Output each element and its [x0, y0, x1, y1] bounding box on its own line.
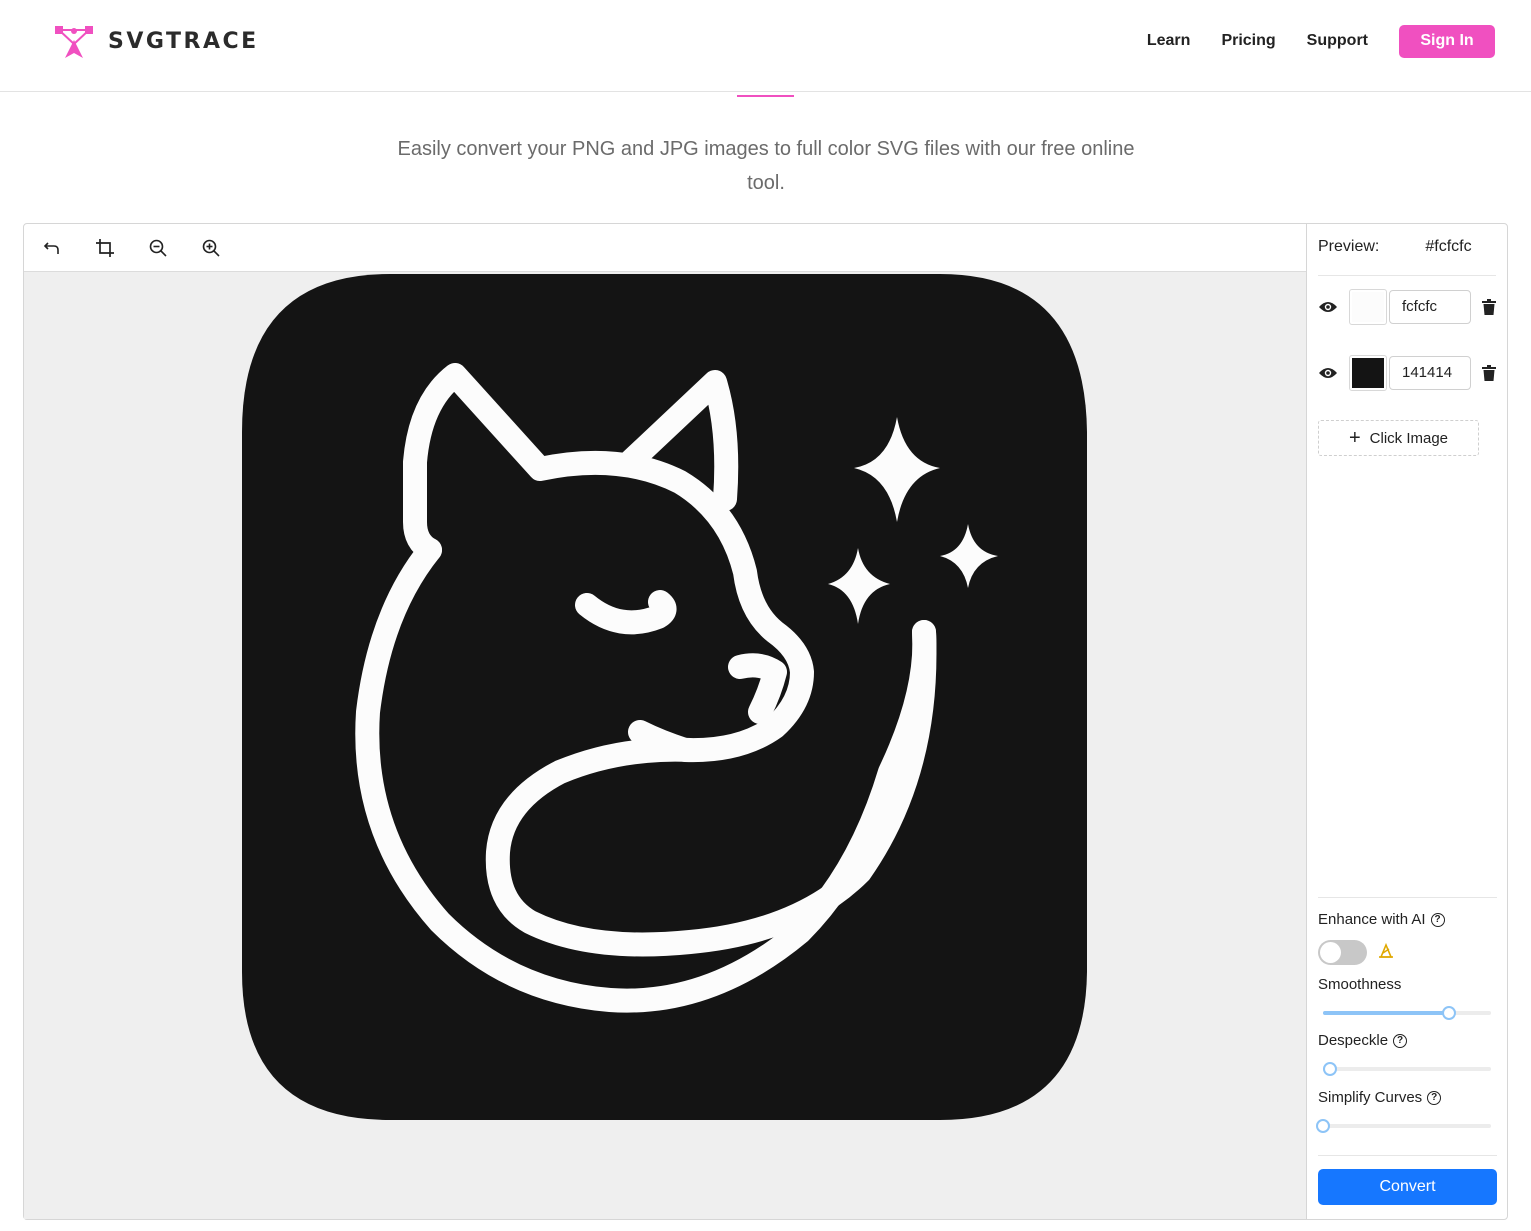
convert-divider: [1318, 1155, 1497, 1156]
despeckle-label: Despeckle: [1318, 1032, 1389, 1049]
cat-app-icon-image[interactable]: [240, 272, 1088, 1122]
trash-icon[interactable]: [1482, 299, 1496, 315]
swatch-fill: [1352, 358, 1384, 388]
trace-settings: Enhance with AI ? Smoothness Despeckle ?…: [1316, 897, 1497, 1133]
sign-in-button[interactable]: Sign In: [1399, 24, 1495, 58]
logo-icon: [55, 26, 93, 58]
image-canvas[interactable]: [24, 272, 1306, 1219]
color-swatch[interactable]: [1349, 355, 1387, 391]
slider-fill: [1323, 1011, 1449, 1015]
enhance-label: Enhance with AI: [1318, 911, 1426, 928]
zoom-out-button[interactable]: [147, 237, 169, 259]
despeckle-label-row: Despeckle ?: [1318, 1032, 1408, 1049]
hex-input[interactable]: fcfcfc: [1389, 290, 1471, 324]
click-image-label: Click Image: [1369, 429, 1449, 447]
undo-icon: [43, 241, 59, 254]
convert-button[interactable]: Convert: [1318, 1169, 1497, 1205]
enhance-ai-toggle[interactable]: [1318, 940, 1367, 965]
color-swatch[interactable]: [1349, 289, 1387, 325]
nav-learn[interactable]: Learn: [1147, 32, 1191, 50]
slider-track: [1323, 1067, 1491, 1071]
settings-sidebar: Preview: #fcfcfc fcfcfc 141414 + Click I…: [1306, 224, 1507, 1219]
smoothness-slider[interactable]: [1323, 1006, 1491, 1020]
help-icon[interactable]: ?: [1430, 912, 1445, 927]
nav-pricing[interactable]: Pricing: [1221, 32, 1275, 50]
plus-icon: +: [1348, 427, 1361, 449]
help-icon[interactable]: ?: [1427, 1090, 1442, 1105]
site-header: SVGTRACE Learn Pricing Support Sign In: [0, 0, 1531, 92]
simplify-label: Simplify Curves: [1318, 1089, 1423, 1106]
brand-logo[interactable]: SVGTRACE: [52, 22, 259, 60]
brand-name: SVGTRACE: [108, 28, 259, 54]
trash-icon[interactable]: [1482, 365, 1496, 381]
eye-icon[interactable]: [1318, 300, 1338, 314]
simplify-label-row: Simplify Curves ?: [1318, 1089, 1442, 1106]
preview-row: Preview: #fcfcfc: [1318, 238, 1496, 276]
zoom-in-button[interactable]: [200, 237, 222, 259]
swatch-fill: [1352, 292, 1384, 322]
main-nav: Learn Pricing Support Sign In: [1147, 24, 1495, 58]
nav-support[interactable]: Support: [1307, 32, 1368, 50]
crop-button[interactable]: [94, 237, 116, 259]
palette-row: fcfcfc: [1318, 289, 1498, 325]
accent-divider: [737, 95, 794, 97]
smoothness-label: Smoothness: [1318, 976, 1402, 993]
despeckle-slider[interactable]: [1322, 1062, 1491, 1076]
editor-panel: Preview: #fcfcfc fcfcfc 141414 + Click I…: [23, 223, 1508, 1220]
canvas-toolbar: [24, 224, 1306, 272]
smoothness-label-row: Smoothness: [1318, 976, 1401, 993]
slider-track: [1323, 1124, 1491, 1128]
slider-thumb[interactable]: [1322, 1062, 1337, 1076]
zoom-in-icon: [202, 239, 220, 257]
click-image-button[interactable]: + Click Image: [1318, 420, 1479, 456]
eye-icon[interactable]: [1318, 366, 1338, 380]
help-icon[interactable]: ?: [1393, 1033, 1408, 1048]
preview-label: Preview:: [1318, 238, 1380, 255]
preview-hex: #fcfcfc: [1425, 238, 1472, 255]
tagline: Easily convert your PNG and JPG images t…: [397, 138, 1135, 194]
simplify-curves-slider[interactable]: [1316, 1119, 1491, 1133]
slider-thumb[interactable]: [1316, 1119, 1330, 1133]
crop-icon: [96, 238, 114, 257]
zoom-out-icon: [149, 239, 167, 257]
hex-input[interactable]: 141414: [1389, 356, 1471, 390]
palette-row: 141414: [1318, 355, 1498, 391]
toggle-knob: [1320, 942, 1341, 963]
magic-wand-icon: [1379, 943, 1393, 958]
undo-button[interactable]: [41, 237, 63, 259]
slider-thumb[interactable]: [1442, 1006, 1456, 1020]
enhance-label-row: Enhance with AI ?: [1318, 911, 1445, 928]
